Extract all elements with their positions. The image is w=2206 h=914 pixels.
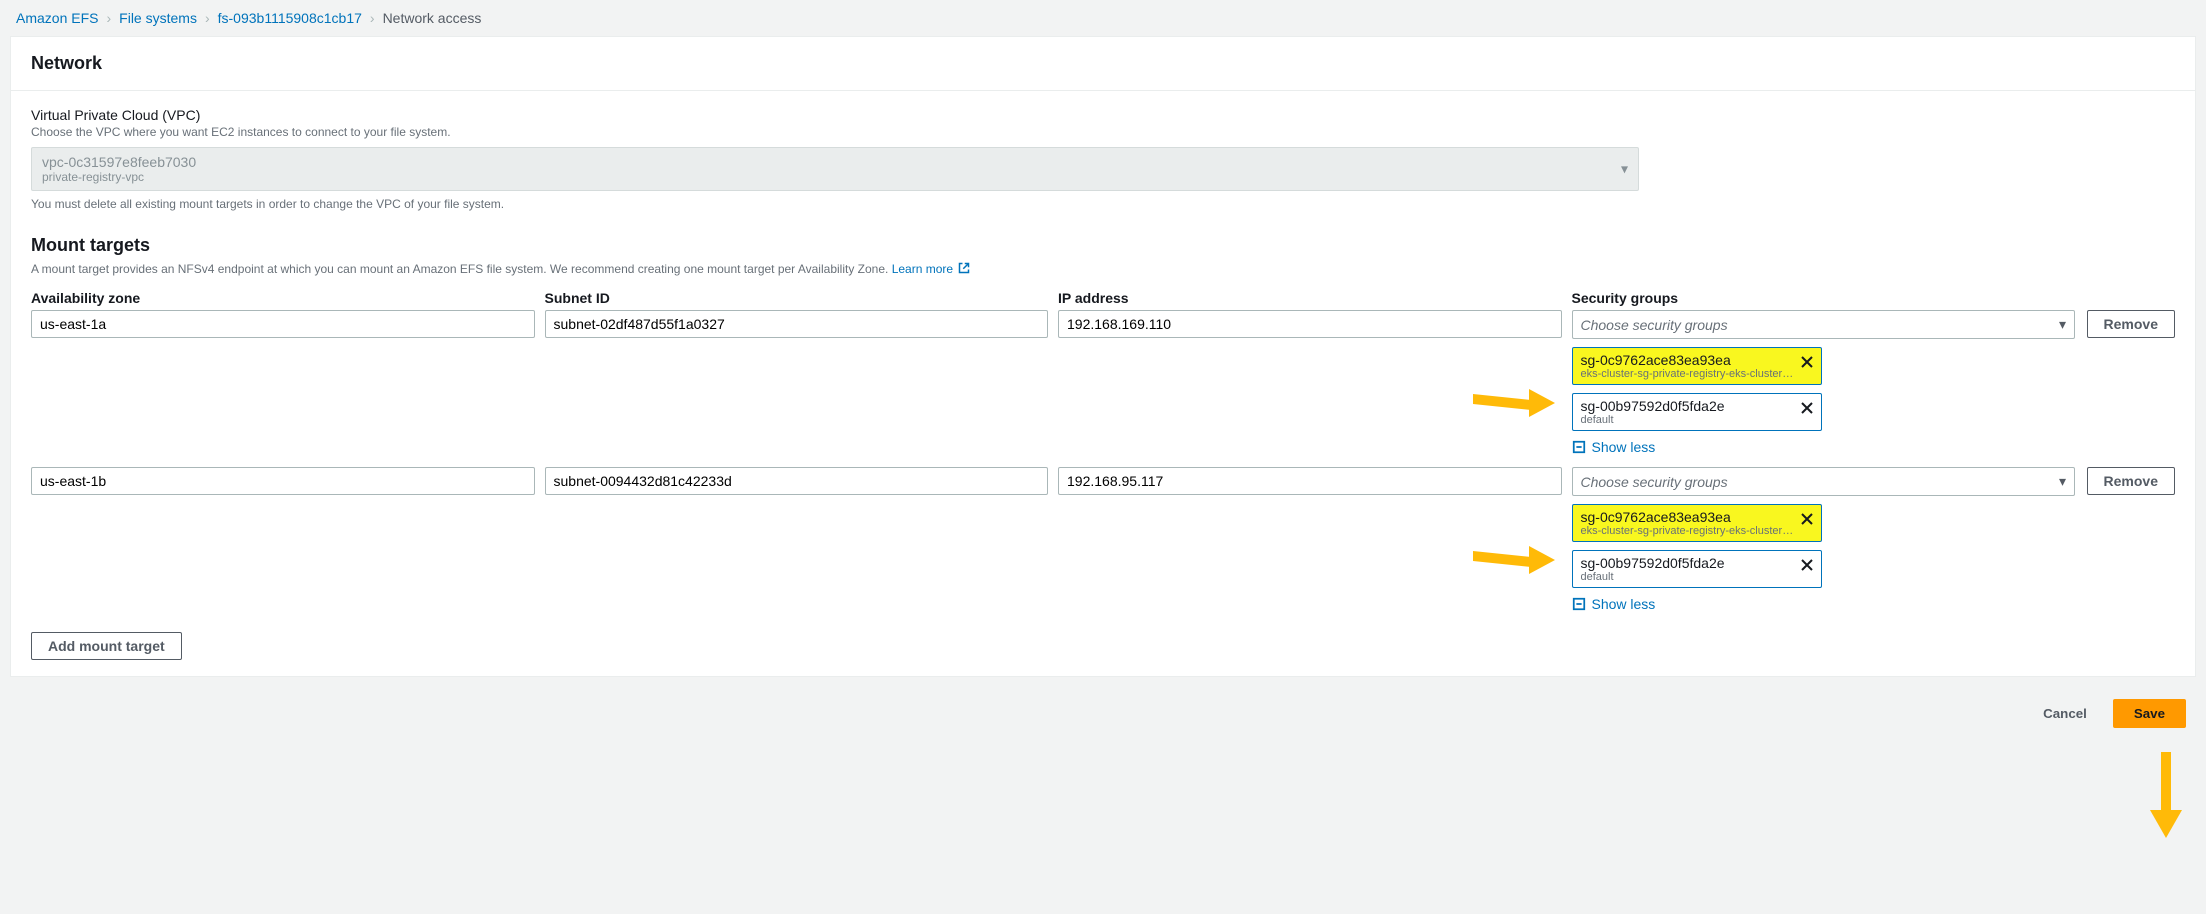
col-subnet-header: Subnet ID (545, 290, 1049, 306)
caret-down-icon: ▾ (2059, 473, 2066, 490)
external-link-icon (958, 262, 970, 274)
vpc-select-disabled: vpc-0c31597e8feeb7030 private-registry-v… (31, 147, 1639, 191)
remove-button[interactable]: Remove (2087, 310, 2175, 338)
remove-button[interactable]: Remove (2087, 467, 2175, 495)
collapse-icon (1572, 440, 1586, 454)
vpc-selected-name: private-registry-vpc (42, 170, 1608, 184)
chip-id: sg-0c9762ace83ea93ea (1581, 352, 1795, 368)
cancel-button[interactable]: Cancel (2027, 699, 2103, 728)
security-group-chip: sg-00b97592d0f5fda2e default (1572, 550, 1822, 588)
vpc-label: Virtual Private Cloud (VPC) (31, 107, 2175, 123)
show-less-toggle[interactable]: Show less (1572, 439, 2076, 455)
close-icon[interactable] (1799, 557, 1815, 573)
close-icon[interactable] (1799, 511, 1815, 527)
chip-id: sg-0c9762ace83ea93ea (1581, 509, 1795, 525)
vpc-sublabel: Choose the VPC where you want EC2 instan… (31, 125, 2175, 139)
caret-down-icon: ▾ (2059, 316, 2066, 333)
show-less-label: Show less (1592, 596, 1656, 612)
table-row: Choose security groups ▾ sg-0c9762ace83e… (31, 310, 2175, 455)
vpc-hint: You must delete all existing mount targe… (31, 197, 2175, 211)
panel-title: Network (11, 37, 2195, 91)
security-groups-combo[interactable]: Choose security groups ▾ (1572, 467, 2076, 496)
breadcrumb: Amazon EFS › File systems › fs-093b11159… (0, 0, 2206, 36)
security-group-chip: sg-0c9762ace83ea93ea eks-cluster-sg-priv… (1572, 347, 1822, 385)
chip-id: sg-00b97592d0f5fda2e (1581, 555, 1795, 571)
learn-more-label: Learn more (892, 262, 953, 276)
chevron-right-icon: › (106, 10, 111, 26)
breadcrumb-link[interactable]: Amazon EFS (16, 10, 98, 26)
col-az-header: Availability zone (31, 290, 535, 306)
footer-actions: Cancel Save (0, 687, 2206, 740)
ip-input[interactable] (1058, 310, 1562, 338)
combo-placeholder: Choose security groups (1581, 474, 1728, 490)
subnet-input[interactable] (545, 467, 1049, 495)
breadcrumb-link[interactable]: fs-093b1115908c1cb17 (218, 10, 362, 26)
chip-desc: default (1581, 571, 1795, 583)
az-input[interactable] (31, 467, 535, 495)
learn-more-link[interactable]: Learn more (892, 262, 971, 276)
chip-desc: eks-cluster-sg-private-registry-eks-clus… (1581, 368, 1795, 380)
show-less-toggle[interactable]: Show less (1572, 596, 2076, 612)
table-header-row: Availability zone Subnet ID IP address S… (31, 290, 2175, 306)
mount-targets-desc: A mount target provides an NFSv4 endpoin… (31, 262, 2175, 276)
add-mount-target-button[interactable]: Add mount target (31, 632, 182, 660)
close-icon[interactable] (1799, 354, 1815, 370)
network-panel: Network Virtual Private Cloud (VPC) Choo… (10, 36, 2196, 677)
chip-id: sg-00b97592d0f5fda2e (1581, 398, 1795, 414)
mount-targets-heading: Mount targets (31, 235, 2175, 256)
show-less-label: Show less (1592, 439, 1656, 455)
collapse-icon (1572, 597, 1586, 611)
chevron-right-icon: › (370, 10, 375, 26)
chevron-right-icon: › (205, 10, 210, 26)
close-icon[interactable] (1799, 400, 1815, 416)
combo-placeholder: Choose security groups (1581, 317, 1728, 333)
chip-desc: default (1581, 414, 1795, 426)
vpc-selected-id: vpc-0c31597e8feeb7030 (42, 154, 1608, 170)
save-button[interactable]: Save (2113, 699, 2186, 728)
col-sg-header: Security groups (1572, 290, 2076, 306)
col-ip-header: IP address (1058, 290, 1562, 306)
table-row: Choose security groups ▾ sg-0c9762ace83e… (31, 467, 2175, 612)
ip-input[interactable] (1058, 467, 1562, 495)
breadcrumb-link[interactable]: File systems (119, 10, 197, 26)
security-groups-combo[interactable]: Choose security groups ▾ (1572, 310, 2076, 339)
chip-desc: eks-cluster-sg-private-registry-eks-clus… (1581, 525, 1795, 537)
caret-down-icon: ▾ (1621, 161, 1628, 178)
subnet-input[interactable] (545, 310, 1049, 338)
az-input[interactable] (31, 310, 535, 338)
arrow-down-icon (2150, 752, 2182, 842)
security-group-chip: sg-0c9762ace83ea93ea eks-cluster-sg-priv… (1572, 504, 1822, 542)
security-group-chip: sg-00b97592d0f5fda2e default (1572, 393, 1822, 431)
mount-targets-desc-text: A mount target provides an NFSv4 endpoin… (31, 262, 888, 276)
breadcrumb-current: Network access (383, 10, 482, 26)
mount-targets-table: Availability zone Subnet ID IP address S… (31, 290, 2175, 568)
